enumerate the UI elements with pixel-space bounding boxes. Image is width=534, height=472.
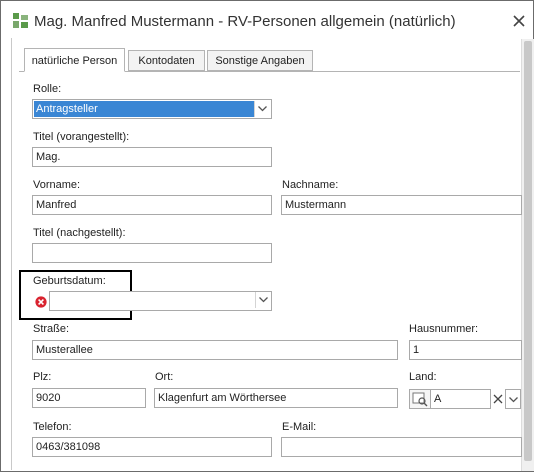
email-label: E-Mail: xyxy=(282,421,317,433)
window-title: Mag. Manfred Mustermann - RV-Personen al… xyxy=(34,13,456,30)
titel-vor-label: Titel (vorangestellt): xyxy=(33,131,130,143)
plz-input[interactable]: 9020 xyxy=(32,388,146,408)
vorname-input[interactable]: Manfred xyxy=(32,195,272,215)
scrollbar-thumb[interactable] xyxy=(524,41,532,461)
chevron-down-icon xyxy=(509,397,518,403)
vertical-scrollbar[interactable] xyxy=(521,39,534,471)
hausnummer-label: Hausnummer: xyxy=(409,323,479,335)
strasse-label: Straße: xyxy=(33,323,70,335)
telefon-input[interactable]: 0463/381098 xyxy=(32,437,272,457)
geburtsdatum-dropdown-button[interactable] xyxy=(255,292,271,308)
titel-nach-input[interactable] xyxy=(32,243,272,263)
title-bar: Mag. Manfred Mustermann - RV-Personen al… xyxy=(1,1,533,39)
close-icon[interactable] xyxy=(510,12,528,30)
land-label: Land: xyxy=(409,371,437,383)
titel-vor-input[interactable]: Mag. xyxy=(32,147,272,167)
telefon-label: Telefon: xyxy=(33,421,72,433)
plz-label: Plz: xyxy=(33,371,52,383)
nachname-input[interactable]: Mustermann xyxy=(281,195,522,215)
clear-icon[interactable] xyxy=(490,389,506,409)
ort-label: Ort: xyxy=(155,371,174,383)
rolle-select[interactable]: Antragsteller xyxy=(32,99,272,119)
nachname-label: Nachname: xyxy=(282,179,339,191)
ort-input[interactable]: Klagenfurt am Wörthersee xyxy=(154,388,398,408)
chevron-down-icon xyxy=(259,297,268,303)
vorname-label: Vorname: xyxy=(33,179,81,191)
rolle-dropdown-button[interactable] xyxy=(254,101,270,117)
app-icon xyxy=(13,13,28,28)
land-lookup-button[interactable] xyxy=(409,389,431,409)
hausnummer-input[interactable]: 1 xyxy=(409,340,522,360)
tab-kontodaten[interactable]: Kontodaten xyxy=(128,50,205,71)
geburtsdatum-input[interactable] xyxy=(49,291,272,311)
land-input[interactable]: A xyxy=(430,389,491,409)
tab-natuerliche-person[interactable]: natürliche Person xyxy=(24,48,125,72)
chevron-down-icon xyxy=(258,106,267,112)
strasse-input[interactable]: Musterallee xyxy=(32,340,398,360)
land-dropdown-button[interactable] xyxy=(505,389,521,409)
geburtsdatum-label: Geburtsdatum: xyxy=(33,275,106,287)
error-icon xyxy=(35,296,47,308)
email-input[interactable] xyxy=(281,437,522,457)
lookup-icon xyxy=(412,392,428,407)
tab-sonstige-angaben[interactable]: Sonstige Angaben xyxy=(207,50,313,71)
titel-nach-label: Titel (nachgestellt): xyxy=(33,227,126,239)
rolle-label: Rolle: xyxy=(33,83,62,95)
rolle-value: Antragsteller xyxy=(34,101,254,117)
